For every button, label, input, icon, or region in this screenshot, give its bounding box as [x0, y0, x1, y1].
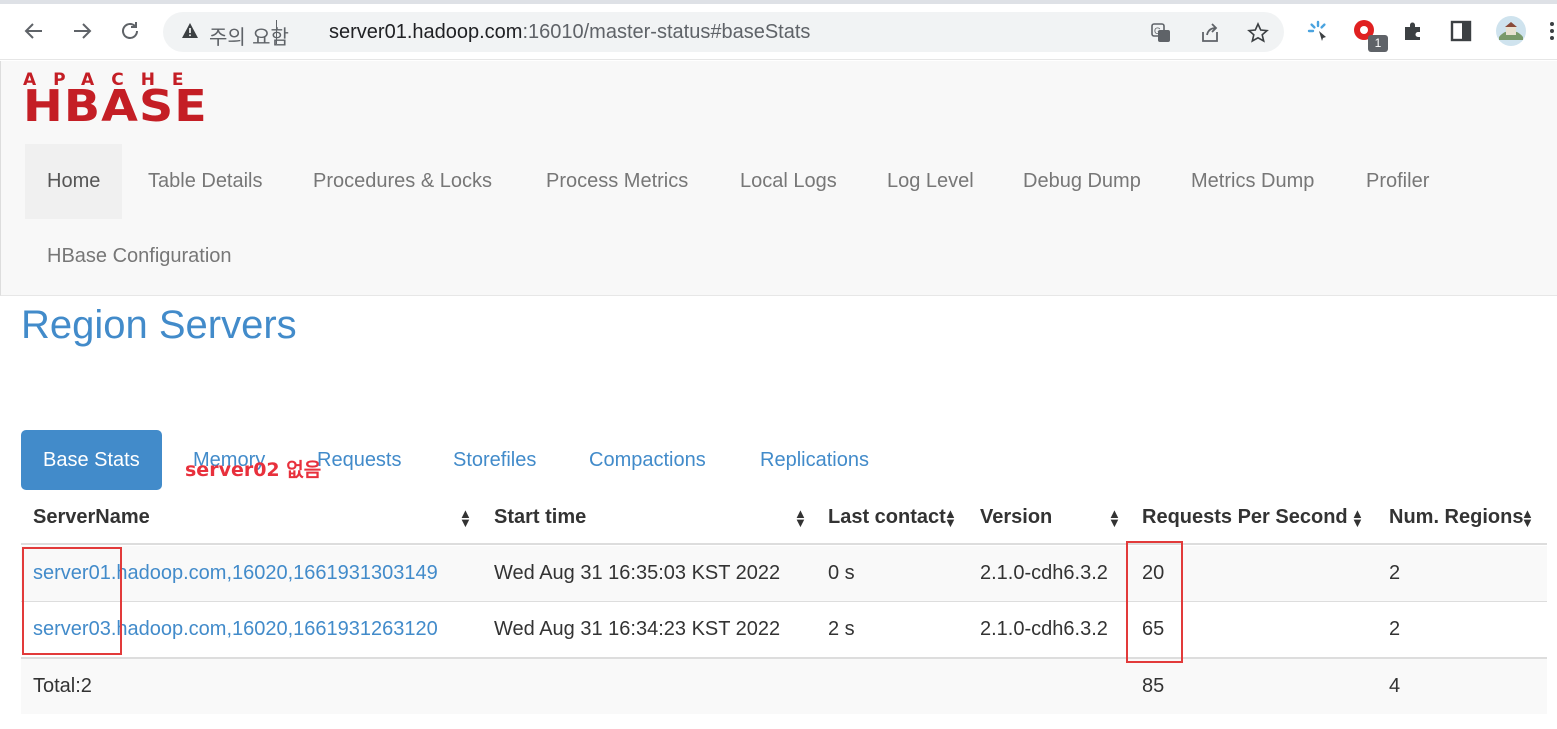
num-regions-cell: 2	[1389, 618, 1401, 640]
translate-icon[interactable]: G	[1150, 22, 1172, 44]
highlight-box-server-names	[22, 547, 122, 655]
url-text[interactable]: server01.hadoop.com:16010/master-status#…	[329, 21, 810, 44]
nav-home[interactable]: Home	[25, 144, 123, 219]
hbase-navbar: APACHE HBASE Home Table Details Procedur…	[0, 61, 1557, 296]
nav-procedures-locks[interactable]: Procedures & Locks	[291, 144, 514, 219]
total-label: Total:2	[33, 675, 92, 697]
column-header-requests-per-second[interactable]: Requests Per Second	[1142, 493, 1354, 545]
column-header-start-time[interactable]: Start time	[494, 493, 586, 545]
header-divider	[21, 543, 1547, 545]
nav-local-logs[interactable]: Local Logs	[718, 144, 859, 219]
annotation-text: server02 없음	[185, 459, 322, 481]
extensions-puzzle-icon[interactable]	[1400, 18, 1426, 44]
highlight-box-requests	[1126, 541, 1183, 663]
forward-icon[interactable]	[67, 16, 97, 46]
version-cell: 2.1.0-cdh6.3.2	[980, 618, 1108, 640]
logo-hbase-text: HBASE	[23, 81, 208, 132]
address-separator	[276, 20, 277, 44]
nav-debug-dump[interactable]: Debug Dump	[1001, 144, 1163, 219]
loading-extension-icon[interactable]	[1305, 18, 1331, 44]
sort-icon[interactable]: ▲ ▼	[794, 507, 807, 529]
url-host: server01.hadoop.com	[329, 21, 523, 43]
start-time-cell: Wed Aug 31 16:34:23 KST 2022	[494, 618, 781, 640]
tab-strip-edge	[0, 0, 1557, 4]
address-bar[interactable]: 주의 요함 server01.hadoop.com:16010/master-s…	[163, 12, 1284, 52]
side-panel-icon[interactable]	[1448, 18, 1474, 44]
num-regions-cell: 2	[1389, 562, 1401, 584]
menu-icon[interactable]	[1547, 18, 1557, 44]
tab-storefiles[interactable]: Storefiles	[431, 430, 558, 490]
version-cell: 2.1.0-cdh6.3.2	[980, 562, 1108, 584]
reload-icon[interactable]	[115, 16, 145, 46]
table-row: server01.hadoop.com,16020,1661931303149 …	[21, 546, 1547, 601]
bookmark-star-icon[interactable]	[1247, 22, 1269, 44]
tab-compactions[interactable]: Compactions	[567, 430, 728, 490]
tab-base-stats[interactable]: Base Stats	[21, 430, 162, 490]
table-row: server03.hadoop.com,16020,1661931263120 …	[21, 602, 1547, 657]
table-total-row: Total:2 85 4	[21, 659, 1547, 714]
nav-table-details[interactable]: Table Details	[126, 144, 285, 219]
share-icon[interactable]	[1199, 22, 1221, 44]
url-path: :16010/master-status#baseStats	[522, 21, 811, 43]
svg-text:G: G	[1154, 26, 1161, 36]
hbase-logo[interactable]: APACHE HBASE	[23, 71, 207, 129]
total-requests-per-second: 85	[1142, 675, 1165, 697]
sort-icon[interactable]: ▲ ▼	[944, 507, 957, 529]
sort-icon[interactable]: ▲ ▼	[1108, 507, 1121, 529]
tab-replications[interactable]: Replications	[738, 430, 891, 490]
sort-icon[interactable]: ▲ ▼	[459, 507, 472, 529]
profile-avatar[interactable]	[1495, 15, 1527, 47]
sort-icon[interactable]: ▲ ▼	[1351, 507, 1364, 529]
column-header-servername[interactable]: ServerName	[33, 493, 150, 545]
last-contact-cell: 0 s	[828, 562, 855, 584]
column-header-last-contact[interactable]: Last contact	[828, 493, 948, 545]
nav-hbase-configuration[interactable]: HBase Configuration	[25, 219, 254, 294]
nav-log-level[interactable]: Log Level	[865, 144, 996, 219]
extension-badge: 1	[1368, 35, 1388, 52]
page-title: Region Servers	[21, 303, 297, 347]
column-header-num-regions[interactable]: Num. Regions	[1389, 493, 1524, 545]
back-icon[interactable]	[19, 16, 49, 46]
warning-icon[interactable]	[181, 22, 199, 40]
nav-process-metrics[interactable]: Process Metrics	[524, 144, 710, 219]
total-num-regions: 4	[1389, 675, 1401, 697]
start-time-cell: Wed Aug 31 16:35:03 KST 2022	[494, 562, 781, 584]
nav-profiler[interactable]: Profiler	[1344, 144, 1451, 219]
nav-metrics-dump[interactable]: Metrics Dump	[1169, 144, 1336, 219]
browser-toolbar: 주의 요함 server01.hadoop.com:16010/master-s…	[0, 0, 1557, 60]
sort-icon[interactable]: ▲ ▼	[1521, 507, 1534, 529]
column-header-version[interactable]: Version	[980, 493, 1052, 545]
last-contact-cell: 2 s	[828, 618, 855, 640]
